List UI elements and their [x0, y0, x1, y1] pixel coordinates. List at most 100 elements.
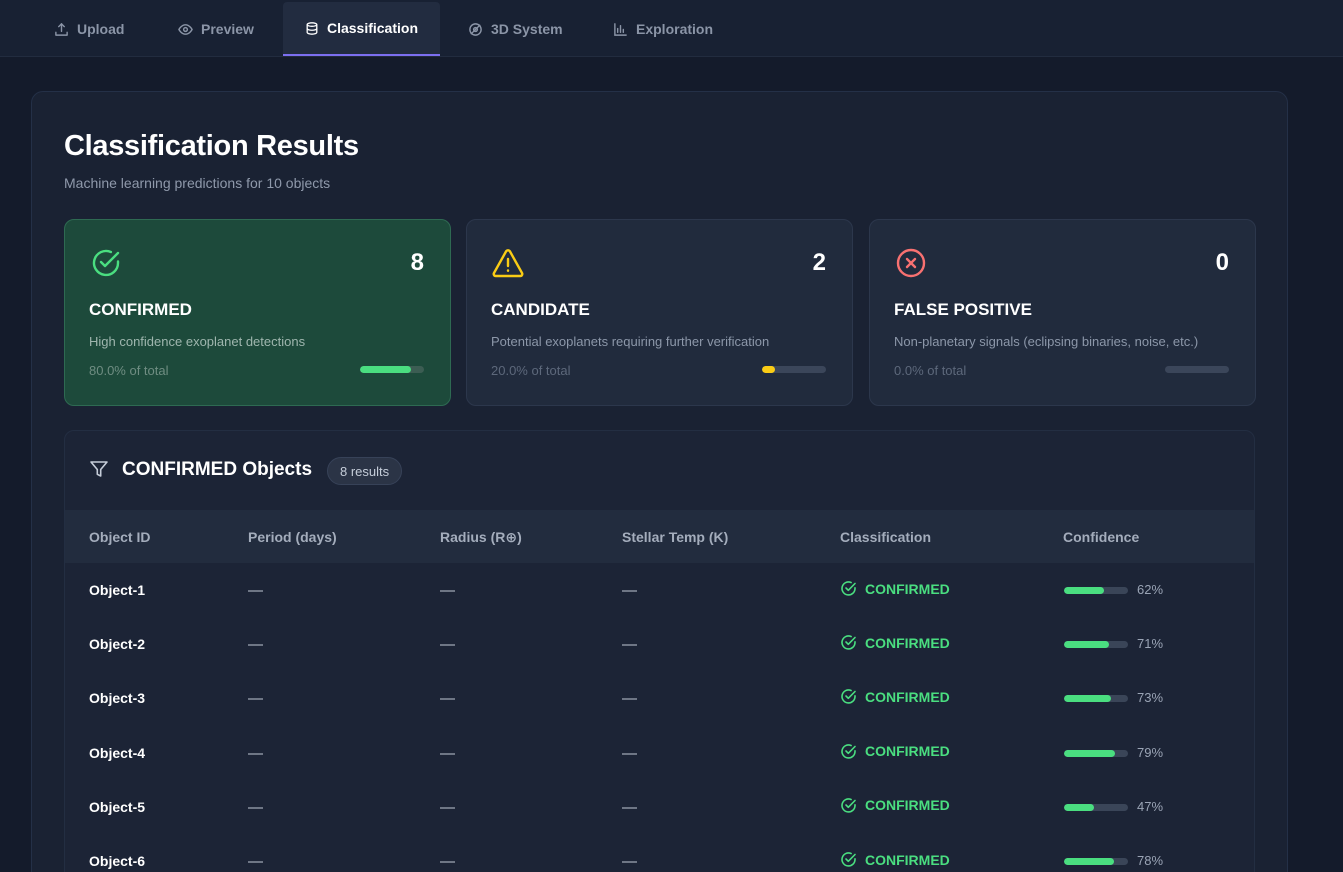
candidate-percentage: 20.0% of total	[491, 363, 571, 378]
column-header-object-id[interactable]: Object ID	[89, 529, 150, 545]
stellar-temp-cell: —	[622, 582, 637, 599]
confidence-bar	[1064, 858, 1128, 865]
false-positive-card[interactable]: 0 FALSE POSITIVE Non-planetary signals (…	[869, 219, 1256, 406]
progress-fill	[360, 366, 412, 373]
confidence-value: 78%	[1137, 853, 1164, 868]
stellar-temp-cell: —	[622, 636, 637, 654]
tab-label: Classification	[326, 20, 418, 36]
check-circle-icon	[92, 249, 120, 277]
tab-bar: Upload Preview Classification 3D System …	[0, 0, 1343, 57]
column-header-classification[interactable]: Classification	[840, 529, 931, 545]
object-id-cell: Object-6	[89, 853, 146, 869]
table-row[interactable]: Object-5 — — — CONFIRMED 47%	[65, 780, 1254, 834]
confirmed-card[interactable]: 8 CONFIRMED High confidence exoplanet de…	[64, 219, 451, 406]
confidence-fill	[1064, 803, 1095, 811]
confirmed-title: CONFIRMED	[89, 300, 192, 319]
candidate-card[interactable]: 2 CANDIDATE Potential exoplanets requiri…	[466, 219, 853, 406]
confidence-bar	[1064, 587, 1128, 594]
candidate-title: CANDIDATE	[491, 300, 590, 319]
table-row[interactable]: Object-1 — — — CONFIRMED 62%	[65, 563, 1254, 617]
period-cell: —	[248, 582, 263, 599]
confidence-fill	[1064, 749, 1115, 757]
false-positive-title: FALSE POSITIVE	[894, 300, 1032, 319]
stellar-temp-cell: —	[622, 690, 637, 708]
confidence-value: 47%	[1137, 798, 1164, 814]
column-header-confidence[interactable]: Confidence	[1063, 529, 1139, 545]
tab-preview[interactable]: Preview	[156, 2, 276, 56]
results-count-badge: 8 results	[327, 457, 403, 485]
check-circle-icon	[841, 581, 856, 596]
table-row[interactable]: Object-6 — — — CONFIRMED 78%	[65, 834, 1254, 872]
tab-exploration[interactable]: Exploration	[591, 2, 735, 56]
tab-upload[interactable]: Upload	[32, 2, 146, 56]
confidence-fill	[1064, 858, 1114, 865]
check-circle-icon	[841, 797, 856, 813]
object-id-cell: Object-1	[89, 582, 146, 598]
page-subtitle: Machine learning predictions for 10 obje…	[64, 175, 331, 191]
column-header-period[interactable]: Period (days)	[248, 529, 337, 545]
classification-cell: CONFIRMED	[840, 580, 950, 597]
radius-cell: —	[440, 636, 455, 654]
false-positive-percentage: 0.0% of total	[894, 363, 967, 378]
eye-icon	[178, 23, 193, 35]
classification-cell: CONFIRMED	[840, 743, 950, 760]
confidence-fill	[1064, 695, 1111, 703]
tab-3d-system[interactable]: 3D System	[446, 2, 585, 56]
confidence-value: 62%	[1137, 582, 1164, 597]
confidence-fill	[1064, 587, 1104, 594]
column-header-stellar-temp[interactable]: Stellar Temp (K)	[622, 529, 728, 545]
stellar-temp-cell: —	[622, 853, 637, 870]
filter-icon[interactable]	[89, 459, 109, 479]
false-positive-count: 0	[1215, 249, 1229, 276]
classification-label: CONFIRMED	[865, 743, 950, 760]
results-panel: Classification Results Machine learning …	[31, 91, 1288, 872]
table-row[interactable]: Object-2 — — — CONFIRMED 71%	[65, 617, 1254, 671]
objects-section: CONFIRMED Objects 8 results Object ID Pe…	[64, 430, 1255, 872]
confidence-bar	[1064, 803, 1128, 811]
table-header: Object ID Period (days) Radius (R⊕) Stel…	[65, 510, 1254, 563]
object-id-cell: Object-4	[89, 744, 146, 761]
confirmed-percentage: 80.0% of total	[89, 363, 169, 378]
confidence-bar	[1064, 641, 1128, 649]
check-circle-icon	[841, 852, 856, 867]
object-id-cell: Object-2	[89, 636, 146, 653]
check-circle-icon	[841, 635, 856, 650]
classification-cell: CONFIRMED	[840, 634, 950, 651]
confirmed-progress-bar	[360, 366, 424, 373]
radius-cell: —	[440, 744, 455, 762]
table-row[interactable]: Object-4 — — — CONFIRMED 79%	[65, 726, 1254, 780]
confirmed-count: 8	[410, 249, 424, 276]
radius-cell: —	[440, 582, 455, 599]
false-positive-progress-bar	[1165, 366, 1229, 373]
period-cell: —	[248, 853, 263, 870]
page-title: Classification Results	[64, 130, 359, 162]
object-id-cell: Object-5	[89, 798, 146, 815]
table-row[interactable]: Object-3 — — — CONFIRMED 73%	[65, 671, 1254, 725]
confidence-value: 79%	[1137, 744, 1164, 760]
classification-cell: CONFIRMED	[840, 688, 950, 705]
check-circle-icon	[841, 689, 856, 705]
progress-fill	[762, 366, 775, 373]
x-circle-icon	[896, 248, 926, 278]
confidence-value: 71%	[1137, 636, 1164, 652]
period-cell: —	[248, 744, 263, 762]
tab-classification[interactable]: Classification	[283, 2, 440, 56]
bar-chart-icon	[614, 22, 627, 36]
stellar-temp-cell: —	[622, 798, 637, 816]
candidate-count: 2	[812, 249, 826, 276]
classification-label: CONFIRMED	[865, 688, 950, 705]
column-header-radius[interactable]: Radius (R⊕)	[440, 529, 522, 546]
radius-cell: —	[440, 853, 455, 870]
tab-label: Exploration	[636, 21, 714, 37]
confidence-value: 73%	[1137, 690, 1164, 706]
false-positive-description: Non-planetary signals (eclipsing binarie…	[894, 334, 1199, 349]
period-cell: —	[248, 690, 263, 708]
period-cell: —	[248, 636, 263, 654]
stellar-temp-cell: —	[622, 744, 637, 762]
upload-icon	[55, 22, 68, 36]
confidence-bar	[1064, 695, 1128, 703]
tab-label: 3D System	[491, 21, 563, 37]
check-circle-icon	[841, 743, 856, 759]
classification-label: CONFIRMED	[865, 797, 950, 814]
confidence-fill	[1064, 641, 1110, 649]
